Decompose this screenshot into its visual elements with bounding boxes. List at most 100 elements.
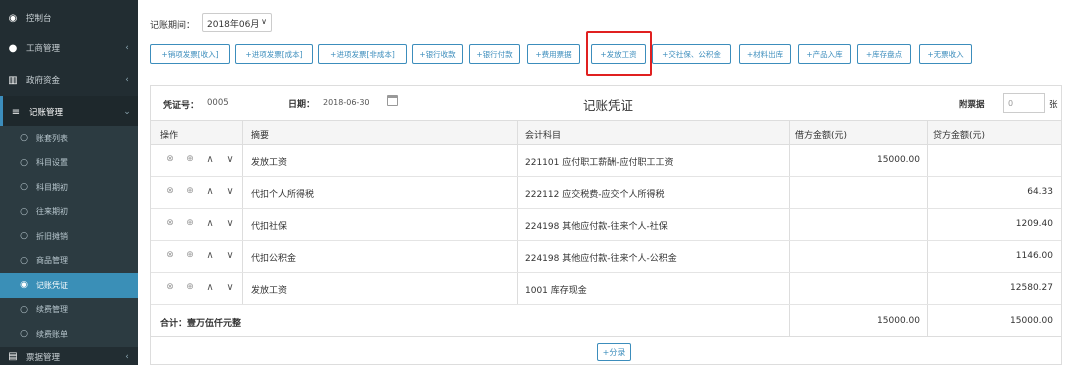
row-ops: ⊗ ⊕ ∧ ∨ [165,186,245,197]
sidebar-subitem-label: 续费管理 [36,305,68,315]
calendar-icon[interactable] [387,95,398,106]
sidebar-item-government-funds[interactable]: ▥ 政府资金 ‹ [0,64,138,96]
add-entry-button[interactable]: +分录 [597,343,631,361]
delete-icon[interactable]: ⊗ [165,282,175,293]
material-out-button[interactable]: +材料出库 [739,44,791,64]
sidebar-subitem-label: 账套列表 [36,133,68,143]
expense-bill-button[interactable]: +费用票据 [527,44,580,64]
chevron-down-icon[interactable]: ∨ [225,154,235,165]
social-security-fund-button[interactable]: +交社保、公积金 [652,44,731,64]
delete-icon[interactable]: ⊗ [165,154,175,165]
sidebar-item-label: 记账管理 [29,108,64,118]
circle-icon: ○ [20,157,28,168]
sidebar-item-label: 票据管理 [26,352,61,363]
row-account[interactable]: 224198 其他应付款-往来个人-公积金 [525,251,677,264]
chevron-up-icon[interactable]: ∧ [205,250,215,261]
voucher-date-value[interactable]: 2018-06-30 [323,98,370,107]
circle-icon: ○ [20,206,28,217]
add-icon[interactable]: ⊕ [185,250,195,261]
sales-invoice-button[interactable]: +销项发票[收入] [150,44,230,64]
sidebar-subitem-account-sets[interactable]: ○ 账套列表 [0,126,138,151]
purchase-invoice-noncost-button[interactable]: +进项发票[非成本] [318,44,407,64]
row-summary[interactable]: 代扣个人所得税 [251,187,314,200]
attachment-unit: 张 [1049,100,1058,110]
chevron-down-icon: ⌄ [123,107,131,117]
sidebar-subitem-vouchers[interactable]: ◉ 记账凭证 [0,273,138,298]
row-credit[interactable]: 12580.27 [1010,283,1053,293]
table-row: ⊗ ⊕ ∧ ∨ 发放工资 221101 应付职工薪酬-应付职工工资 15000.00 [151,145,1061,177]
quick-action-bar: +销项发票[收入] +进项发票[成本] +进项发票[非成本] +银行收款 +银行… [0,44,1071,64]
sidebar-item-bookkeeping[interactable]: ≡ 记账管理 ⌄ [0,96,138,128]
table-row: ⊗ ⊕ ∧ ∨ 发放工资 1001 库存现金 12580.27 [151,273,1061,305]
period-select[interactable]: 2018年06月 ∨ [202,13,272,32]
chevron-up-icon[interactable]: ∧ [205,282,215,293]
delete-icon[interactable]: ⊗ [165,218,175,229]
row-ops: ⊗ ⊕ ∧ ∨ [165,282,245,293]
row-account[interactable]: 221101 应付职工薪酬-应付职工工资 [525,155,673,168]
circle-dot-icon: ◉ [20,280,28,291]
add-icon[interactable]: ⊕ [185,218,195,229]
voucher-no-value[interactable]: 0005 [207,98,229,108]
chevron-up-icon[interactable]: ∧ [205,186,215,197]
chevron-left-icon: ‹ [125,75,129,85]
bank-receipt-button[interactable]: +银行收款 [412,44,463,64]
add-icon[interactable]: ⊕ [185,154,195,165]
col-account: 会计科目 [525,131,562,141]
attachment-count-input[interactable]: 0 [1003,93,1045,113]
row-account[interactable]: 1001 库存现金 [525,283,587,296]
purchase-invoice-cost-button[interactable]: +进项发票[成本] [235,44,313,64]
circle-icon: ○ [20,329,28,340]
chevron-down-icon[interactable]: ∨ [225,186,235,197]
sidebar-subitem-goods[interactable]: ○ 商品管理 [0,248,138,273]
total-row: 合计：壹万伍仟元整 15000.00 15000.00 [151,305,1061,337]
product-in-button[interactable]: +产品入库 [798,44,851,64]
no-invoice-income-button[interactable]: +无票收入 [919,44,972,64]
chevron-up-icon[interactable]: ∧ [205,154,215,165]
table-row: ⊗ ⊕ ∧ ∨ 代扣个人所得税 222112 应交税费-应交个人所得税 64.33 [151,177,1061,209]
col-credit: 贷方金额(元) [933,131,986,141]
row-summary[interactable]: 代扣社保 [251,219,287,232]
period-label: 记账期间： [150,21,196,31]
row-debit[interactable]: 15000.00 [877,155,920,165]
sidebar-subitem-depreciation[interactable]: ○ 折旧摊销 [0,224,138,249]
sidebar-subitem-label: 记账凭证 [36,280,68,290]
row-account[interactable]: 224198 其他应付款-往来个人-社保 [525,219,668,232]
total-label: 合计：壹万伍仟元整 [160,319,242,329]
total-debit: 15000.00 [877,316,920,326]
delete-icon[interactable]: ⊗ [165,250,175,261]
chevron-down-icon[interactable]: ∨ [225,218,235,229]
circle-icon: ○ [20,133,28,144]
circle-icon: ○ [20,304,28,315]
chevron-up-icon[interactable]: ∧ [205,218,215,229]
row-credit[interactable]: 1209.40 [1016,219,1053,229]
row-ops: ⊗ ⊕ ∧ ∨ [165,250,245,261]
row-credit[interactable]: 64.33 [1027,187,1053,197]
table-row: ⊗ ⊕ ∧ ∨ 代扣社保 224198 其他应付款-往来个人-社保 1209.40 [151,209,1061,241]
row-summary[interactable]: 发放工资 [251,283,287,296]
sidebar-subitem-label: 科目设置 [36,158,68,168]
voucher-title: 记账凭证 [583,98,634,113]
chevron-down-icon[interactable]: ∨ [225,282,235,293]
sidebar-subitem-renewal[interactable]: ○ 续费管理 [0,297,138,322]
chevron-down-icon: ∨ [261,17,267,26]
chevron-down-icon[interactable]: ∨ [225,250,235,261]
sidebar-subitem-renewal-bills[interactable]: ○ 续费账单 [0,322,138,347]
add-icon[interactable]: ⊕ [185,282,195,293]
col-summary: 摘要 [251,131,270,141]
sidebar-item-tickets[interactable]: ▤ 票据管理 ‹ [0,347,138,365]
voucher-date-label: 日期： [288,100,316,110]
bank-icon: ▥ [8,74,18,86]
row-summary[interactable]: 发放工资 [251,155,287,168]
list-icon: ≡ [11,106,21,118]
row-credit[interactable]: 1146.00 [1016,251,1053,261]
row-account[interactable]: 222112 应交税费-应交个人所得税 [525,187,664,200]
inventory-check-button[interactable]: +库存盘点 [857,44,911,64]
sidebar-item-dashboard[interactable]: ◉ 控制台 [0,2,138,34]
row-summary[interactable]: 代扣公积金 [251,251,296,264]
sidebar-subitem-subject-opening[interactable]: ○ 科目期初 [0,175,138,200]
delete-icon[interactable]: ⊗ [165,186,175,197]
sidebar-subitem-subject-settings[interactable]: ○ 科目设置 [0,150,138,175]
sidebar-subitem-ar-opening[interactable]: ○ 往来期初 [0,199,138,224]
bank-payment-button[interactable]: +银行付款 [469,44,520,64]
add-icon[interactable]: ⊕ [185,186,195,197]
